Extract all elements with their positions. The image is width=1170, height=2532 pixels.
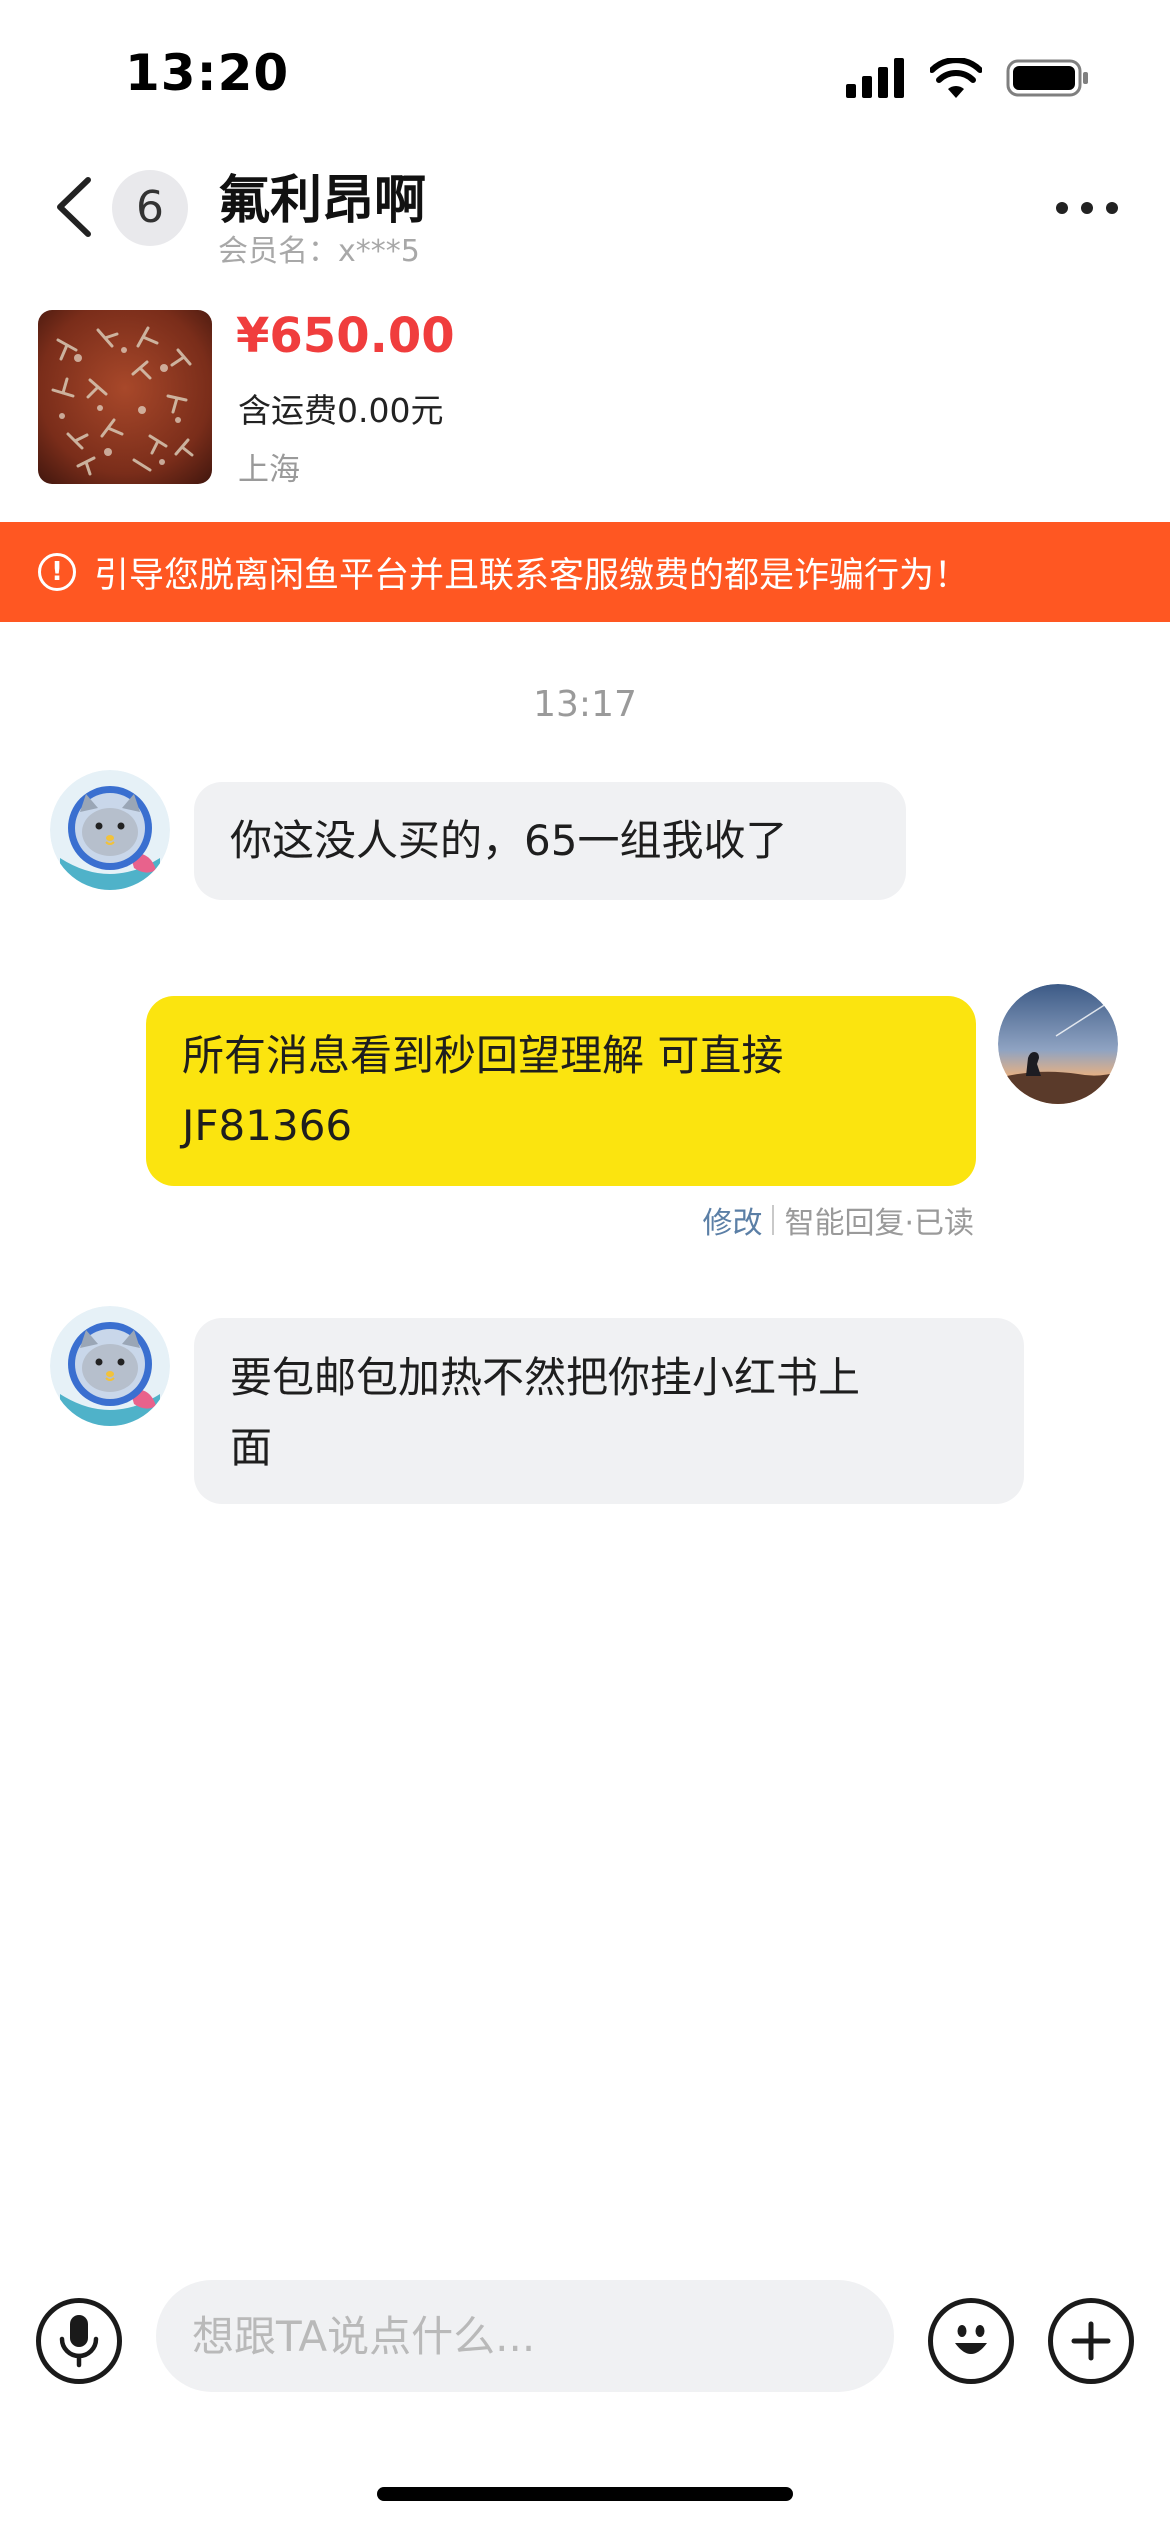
outgoing-message-bubble[interactable]: 所有消息看到秒回望理解 可直接 JF81366: [146, 996, 976, 1186]
product-thumbnail[interactable]: [38, 310, 212, 484]
incoming-message-bubble[interactable]: 你这没人买的，65一组我收了: [194, 782, 906, 900]
exclamation-circle-icon: !: [38, 553, 76, 591]
message-input[interactable]: [156, 2280, 894, 2392]
unread-count-badge[interactable]: 6: [112, 170, 188, 246]
message-line: 面: [230, 1423, 273, 1472]
chat-header: 6 氟利昂啊 会员名：x***5: [0, 150, 1170, 300]
message-input-bar: [0, 2266, 1170, 2406]
battery-icon: [1006, 59, 1088, 97]
status-icons: [846, 56, 1090, 100]
my-avatar[interactable]: [998, 984, 1118, 1104]
plus-circle-icon[interactable]: [1048, 2298, 1134, 2384]
incoming-message-bubble[interactable]: 要包邮包加热不然把你挂小红书上 面: [194, 1318, 1024, 1504]
chat-timestamp: 13:17: [533, 684, 637, 725]
meta-divider: [772, 1205, 775, 1235]
edit-link[interactable]: 修改: [702, 1198, 762, 1242]
message-line: 要包邮包加热不然把你挂小红书上: [230, 1353, 861, 1402]
status-bar: 13:20: [0, 0, 1170, 150]
more-horizontal-icon[interactable]: [1056, 196, 1126, 220]
product-price: ¥650.00: [236, 308, 455, 364]
wifi-icon: [930, 58, 982, 98]
fraud-warning-banner: ! 引导您脱离闲鱼平台并且联系客服缴费的都是诈骗行为！: [0, 522, 1170, 622]
message-line: 你这没人买的，65一组我收了: [230, 816, 788, 865]
contact-avatar[interactable]: [50, 770, 170, 890]
member-name: 会员名：x***5: [218, 226, 420, 270]
microphone-icon[interactable]: [36, 2298, 122, 2384]
member-label: 会员名：: [218, 234, 338, 269]
chevron-left-icon[interactable]: [48, 174, 104, 240]
product-card[interactable]: ¥650.00 含运费0.00元 上海: [0, 300, 1170, 522]
product-location: 上海: [238, 452, 300, 488]
message-status-meta: 修改 智能回复·已读: [702, 1198, 974, 1242]
emoji-icon[interactable]: [928, 2298, 1014, 2384]
cellular-signal-icon: [846, 58, 904, 98]
message-line: 所有消息看到秒回望理解 可直接: [182, 1031, 784, 1080]
read-status: 智能回复·已读: [784, 1206, 974, 1241]
message-line: JF81366: [182, 1101, 353, 1150]
product-shipping: 含运费0.00元: [238, 391, 444, 430]
contact-name: 氟利昂啊: [218, 171, 427, 231]
home-indicator[interactable]: [377, 2487, 793, 2501]
status-time: 13:20: [125, 44, 290, 102]
member-value: x***5: [338, 234, 420, 269]
warning-text: 引导您脱离闲鱼平台并且联系客服缴费的都是诈骗行为！: [94, 555, 970, 596]
contact-avatar[interactable]: [50, 1306, 170, 1426]
